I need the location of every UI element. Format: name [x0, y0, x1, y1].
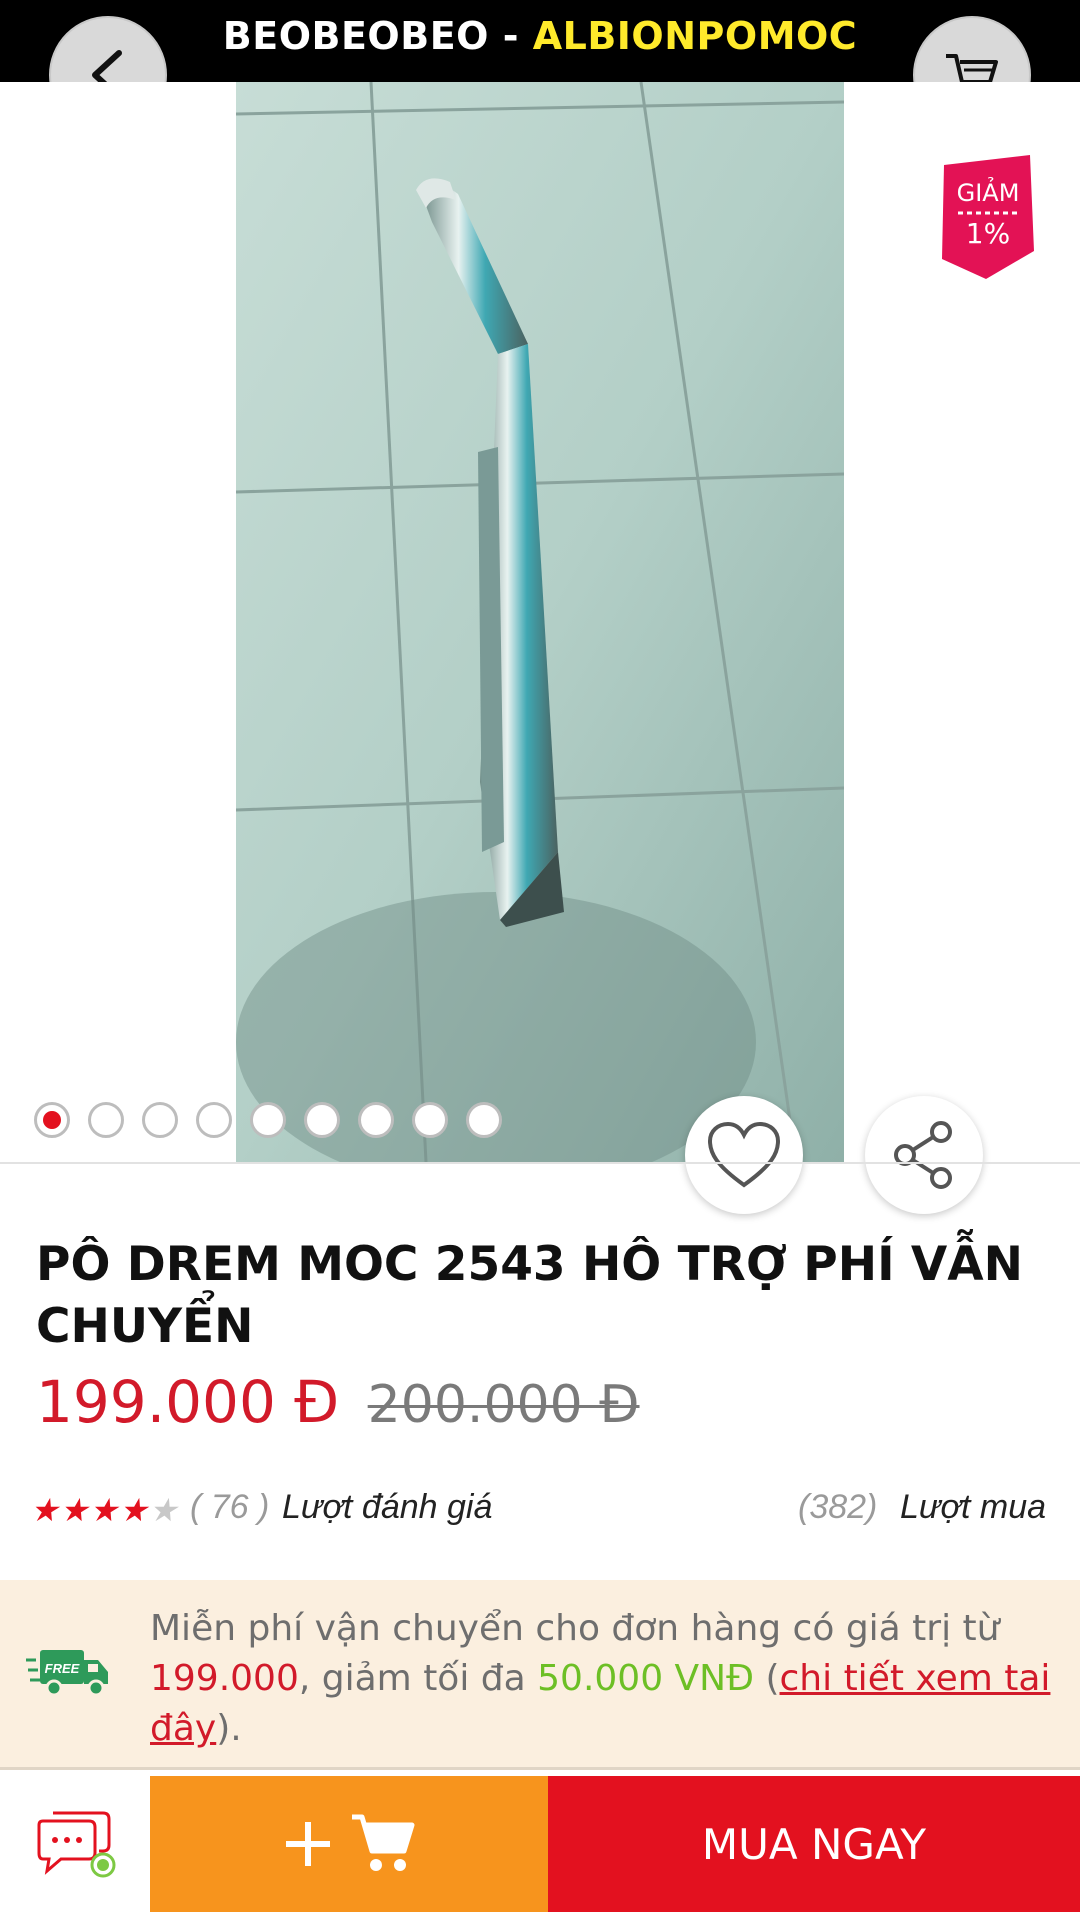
- product-name: PÔ DREM MOC 2543 HÔ TRỢ PHÍ VẪN CHUYỂN: [36, 1237, 1023, 1354]
- sold-label: Lượt mua: [900, 1488, 1047, 1526]
- cart-icon: [352, 1814, 415, 1871]
- gallery-dot[interactable]: [466, 1102, 502, 1138]
- discount-badge-value: 1%: [966, 217, 1010, 250]
- shop-name: BEOBEOBEO -: [222, 14, 533, 58]
- shipping-text-4: ).: [216, 1708, 242, 1749]
- rating-count: ( 76 ): [190, 1488, 270, 1526]
- price-row: 199.000 Đ 200.000 Đ: [36, 1368, 640, 1436]
- shipping-text-2: , giảm tối đa: [298, 1658, 538, 1699]
- shipping-text-3: (: [754, 1658, 780, 1699]
- gallery-dot[interactable]: [358, 1102, 394, 1138]
- gallery-dot[interactable]: [34, 1102, 70, 1138]
- like-button[interactable]: [685, 1096, 803, 1214]
- free-badge-text: FREE: [45, 1661, 80, 1676]
- discount-badge-label: GIẢM: [957, 176, 1020, 207]
- current-price: 199.000 Đ: [36, 1368, 340, 1436]
- product-page: BEOBEOBEO - ALBIONPOMOC GIẢM 1% PÔ DREM …: [0, 0, 1080, 1912]
- gallery-dot[interactable]: [250, 1102, 286, 1138]
- free-shipping-banner: FREE Miễn phí vận chuyển cho đơn hàng có…: [0, 1580, 1080, 1770]
- shipping-min-value: 199.000: [150, 1658, 299, 1699]
- product-photo: [236, 82, 844, 1162]
- shop-name-accent: ALBIONPOMOC: [532, 14, 858, 58]
- star-icon: ★: [59, 1492, 89, 1528]
- shipping-text-1: Miễn phí vận chuyển cho đơn hàng có giá …: [150, 1608, 1000, 1649]
- rating-stars: ★ ★ ★ ★ ★: [30, 1492, 177, 1528]
- share-button[interactable]: [865, 1096, 983, 1214]
- plus-icon: [286, 1822, 330, 1866]
- discount-badge: GIẢM 1%: [938, 155, 1034, 279]
- buy-now-button[interactable]: MUA NGAY: [548, 1776, 1080, 1912]
- gallery-dot[interactable]: [304, 1102, 340, 1138]
- rating-label: Lượt đánh giá: [282, 1488, 493, 1526]
- gallery-dot[interactable]: [196, 1102, 232, 1138]
- chat-button[interactable]: [0, 1776, 150, 1912]
- gallery-pagination: [34, 1102, 502, 1138]
- share-icon: [894, 1121, 952, 1189]
- heart-icon: [707, 1121, 781, 1188]
- gallery-dot[interactable]: [142, 1102, 178, 1138]
- shipping-max-discount: 50.000 VNĐ: [537, 1658, 755, 1699]
- chat-icon: [37, 1811, 116, 1878]
- bottom-action-bar: MUA NGAY: [0, 1776, 1080, 1912]
- add-to-cart-button[interactable]: [150, 1776, 548, 1912]
- original-price: 200.000 Đ: [367, 1375, 640, 1435]
- gallery-dot[interactable]: [412, 1102, 448, 1138]
- rating-row: ★ ★ ★ ★ ★ ( 76 ) Lượt đánh giá (382) Lượt mu…: [30, 1488, 1050, 1532]
- divider: [0, 1162, 1080, 1164]
- gallery-dot[interactable]: [88, 1102, 124, 1138]
- sold-count: (382): [798, 1488, 878, 1526]
- free-shipping-truck-icon: FREE: [26, 1650, 108, 1697]
- star-icon: ★: [119, 1492, 148, 1528]
- star-icon: ★: [89, 1492, 119, 1528]
- star-icon: ★: [148, 1492, 178, 1528]
- star-icon: ★: [30, 1492, 59, 1528]
- product-image-gallery[interactable]: [0, 82, 1080, 1162]
- free-shipping-text: Miễn phí vận chuyển cho đơn hàng có giá …: [150, 1604, 1056, 1754]
